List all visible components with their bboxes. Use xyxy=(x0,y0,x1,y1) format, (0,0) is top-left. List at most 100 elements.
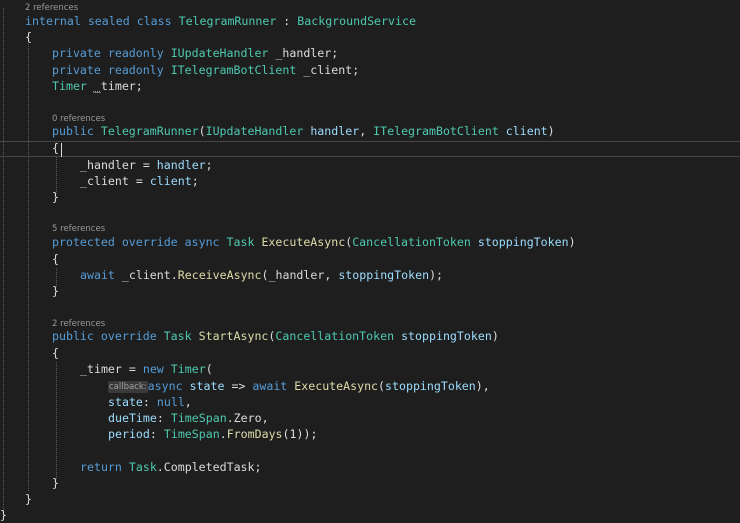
dot: . xyxy=(156,460,164,474)
semicolon: ; xyxy=(331,46,339,60)
type-timer: Timer xyxy=(170,362,206,376)
type-timespan: TimeSpan xyxy=(163,427,220,441)
base-type: BackgroundService xyxy=(297,14,416,28)
code-editor[interactable]: 2 references 0 references 5 references 2… xyxy=(0,0,740,522)
code-line-state-arg: state: null, xyxy=(108,394,192,410)
prop-completedtask: CompletedTask xyxy=(163,460,255,474)
paren: ) xyxy=(568,235,576,249)
paren-comma: ), xyxy=(475,379,490,393)
prop-zero: Zero xyxy=(233,411,262,425)
assign: = xyxy=(135,158,157,172)
named-arg-duetime: dueTime xyxy=(108,411,157,425)
method-executeasync: ExecuteAsync xyxy=(294,379,379,393)
type-task: Task xyxy=(226,235,255,249)
code-line-callback-arg: callback:async state => await ExecuteAsy… xyxy=(108,378,490,394)
brace: } xyxy=(52,476,59,490)
colon: : xyxy=(276,14,298,28)
field-handler: _handler xyxy=(80,158,136,172)
paren: ( xyxy=(205,362,213,376)
method-startasync: StartAsync xyxy=(198,329,269,343)
param-stoppingtoken: stoppingToken xyxy=(477,235,569,249)
keyword-protected: protected xyxy=(52,235,115,249)
code-line-field-client: private readonly ITelegramBotClient _cli… xyxy=(52,62,359,78)
code-line-start-signature: public override Task StartAsync(Cancella… xyxy=(52,328,499,344)
brace: } xyxy=(52,284,59,298)
keyword-private: private xyxy=(52,63,101,77)
code-line-return: return Task.CompletedTask; xyxy=(80,459,262,475)
comma: , xyxy=(324,268,339,282)
field-timer-suggestion[interactable]: _ xyxy=(94,79,101,93)
field-timer: _timer xyxy=(80,362,122,376)
semicolon: ; xyxy=(254,460,262,474)
paren-semicolon: ); xyxy=(429,268,444,282)
param-stoppingtoken: stoppingToken xyxy=(338,268,430,282)
paren: ) xyxy=(547,124,555,138)
assign: = xyxy=(121,362,143,376)
current-line-highlight xyxy=(0,141,740,157)
paren: ) xyxy=(491,329,499,343)
field-client: _client xyxy=(80,174,129,188)
keyword-await: await xyxy=(252,379,288,393)
field-timer: timer xyxy=(100,79,136,93)
semicolon: ; xyxy=(205,158,213,172)
param-handler: handler xyxy=(156,158,206,172)
code-line-start-open: { xyxy=(52,345,59,361)
code-line-timer-new: _timer = new Timer( xyxy=(80,361,213,377)
method-receiveasync: ReceiveAsync xyxy=(177,268,262,282)
type-iupdatehandler: IUpdateHandler xyxy=(205,124,304,138)
semicolon: ; xyxy=(352,63,360,77)
assign: = xyxy=(128,174,150,188)
dot: . xyxy=(219,427,227,441)
class-name: TelegramRunner xyxy=(178,14,277,28)
semicolon: ; xyxy=(191,174,199,188)
method-fromdays: FromDays xyxy=(226,427,283,441)
field-handler: _handler xyxy=(275,46,332,60)
dot: . xyxy=(226,411,234,425)
code-line-class-declaration: internal sealed class TelegramRunner : B… xyxy=(25,13,416,29)
code-line-duetime-arg: dueTime: TimeSpan.Zero, xyxy=(108,410,269,426)
code-line-field-handler: private readonly IUpdateHandler _handler… xyxy=(52,45,338,61)
lambda-arrow: => xyxy=(224,379,253,393)
brace: } xyxy=(52,190,59,204)
keyword-await: await xyxy=(80,268,115,282)
code-line-receive-call: await _client.ReceiveAsync(_handler, sto… xyxy=(80,267,443,283)
code-line-start-close: } xyxy=(52,475,59,491)
fromdays-args: (1)); xyxy=(282,427,318,441)
type-cancellationtoken: CancellationToken xyxy=(275,329,395,343)
keyword-internal: internal xyxy=(25,14,81,28)
code-line-class-close: } xyxy=(25,491,32,507)
brace: } xyxy=(0,508,7,522)
brace: { xyxy=(52,252,59,266)
keyword-sealed: sealed xyxy=(87,14,130,28)
keyword-null: null xyxy=(156,395,185,409)
colon: : xyxy=(142,395,157,409)
code-line-assign-client: _client = client; xyxy=(80,173,199,189)
indent-guide-class xyxy=(28,44,29,491)
type-itelegrambotclient: ITelegramBotClient xyxy=(373,124,499,138)
named-arg-period: period xyxy=(108,427,150,441)
colon: : xyxy=(156,411,171,425)
code-line-execute-signature: protected override async Task ExecuteAsy… xyxy=(52,234,576,250)
code-line-assign-handler: _handler = handler; xyxy=(80,157,213,173)
indent-guide-outer xyxy=(3,8,4,513)
field-client: _client xyxy=(303,63,353,77)
dot: . xyxy=(170,268,178,282)
code-line-ctor-close: } xyxy=(52,189,59,205)
code-line-execute-close: } xyxy=(52,283,59,299)
type-itelegrambotclient: ITelegramBotClient xyxy=(170,63,297,77)
brace: { xyxy=(52,141,59,155)
method-executeasync: ExecuteAsync xyxy=(261,235,346,249)
named-arg-state: state xyxy=(108,395,143,409)
code-line-period-arg: period: TimeSpan.FromDays(1)); xyxy=(108,426,317,442)
indent-guide-start xyxy=(56,362,57,479)
comma: , xyxy=(184,395,192,409)
param-client: client xyxy=(505,124,548,138)
type-iupdatehandler: IUpdateHandler xyxy=(170,46,269,60)
param-stoppingtoken: stoppingToken xyxy=(385,379,476,393)
code-line-execute-open: { xyxy=(52,251,59,267)
colon: : xyxy=(149,427,164,441)
code-line-constructor: public TelegramRunner(IUpdateHandler han… xyxy=(52,123,555,139)
type-cancellationtoken: CancellationToken xyxy=(352,235,471,249)
keyword-private: private xyxy=(52,46,101,60)
semicolon: ; xyxy=(135,79,143,93)
